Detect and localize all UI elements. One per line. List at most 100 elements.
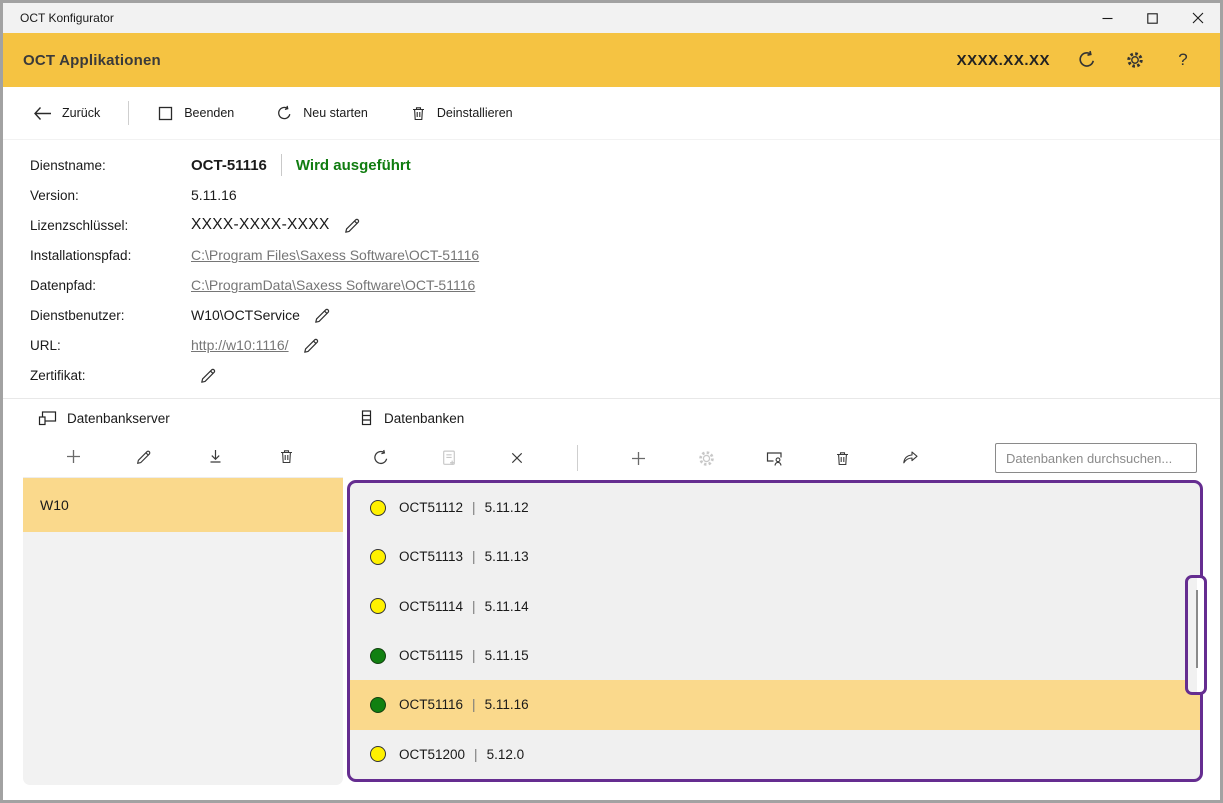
document-plus-icon <box>440 449 458 467</box>
scrollbar[interactable] <box>1185 575 1207 695</box>
database-version: 5.11.15 <box>485 648 529 663</box>
certificate-label: Zertifikat: <box>30 368 86 383</box>
titlebar: OCT Konfigurator <box>3 3 1220 33</box>
restart-icon <box>276 105 293 122</box>
service-user-label: Dienstbenutzer: <box>30 308 125 323</box>
database-separator: | <box>472 648 476 663</box>
app-header: OCT Applikationen XXXX.XX.XX ? <box>3 33 1220 87</box>
database-list: OCT51112 | 5.11.12 OCT51113 | 5.11.13 OC… <box>347 480 1203 782</box>
status-icon <box>370 697 386 713</box>
maximize-button[interactable] <box>1130 3 1175 33</box>
command-toolbar: Zurück Beenden Neu starten Deinstalliere… <box>3 87 1220 140</box>
minimize-button[interactable] <box>1085 3 1130 33</box>
refresh-icon <box>1077 50 1097 70</box>
pencil-icon <box>199 366 218 385</box>
database-separator: | <box>472 549 476 564</box>
download-icon <box>207 448 224 465</box>
data-path-label: Datenpfad: <box>30 278 96 293</box>
database-name: OCT51112 <box>399 500 463 515</box>
edit-url-button[interactable] <box>302 336 321 355</box>
stop-service-button[interactable]: Beenden <box>157 105 234 122</box>
help-button[interactable]: ? <box>1172 49 1194 71</box>
clear-selection-button[interactable] <box>507 448 527 468</box>
close-button[interactable] <box>1175 3 1220 33</box>
back-button[interactable]: Zurück <box>33 106 100 121</box>
pencil-icon <box>313 306 332 325</box>
plus-icon <box>630 450 647 467</box>
devices-icon <box>38 409 58 427</box>
server-list-item[interactable]: W10 <box>23 478 343 532</box>
import-server-button[interactable] <box>205 447 225 467</box>
trash-icon <box>410 105 427 122</box>
status-icon <box>370 549 386 565</box>
delete-database-button[interactable] <box>832 448 852 468</box>
version-label: Version: <box>30 188 79 203</box>
database-separator: | <box>472 697 476 712</box>
copy-script-button[interactable] <box>439 448 459 468</box>
database-list-item[interactable]: OCT51113 | 5.11.13 <box>350 532 1200 581</box>
detail-row-data-path: Datenpfad: C:\ProgramData\Saxess Softwar… <box>3 270 1220 300</box>
status-icon <box>370 500 386 516</box>
database-panel: OCT51112 | 5.11.12 OCT51113 | 5.11.13 OC… <box>347 436 1203 785</box>
uninstall-button[interactable]: Deinstallieren <box>410 105 513 122</box>
refresh-databases-button[interactable] <box>371 448 391 468</box>
detail-row-service-name: Dienstname: OCT-51116 Wird ausgeführt <box>3 150 1220 180</box>
status-icon <box>370 648 386 664</box>
database-separator: | <box>472 599 476 614</box>
delete-server-button[interactable] <box>276 447 296 467</box>
detail-row-version: Version: 5.11.16 <box>3 180 1220 210</box>
server-panel: W10 <box>23 436 343 785</box>
pencil-icon <box>302 336 321 355</box>
detail-row-certificate: Zertifikat: <box>3 360 1220 390</box>
restart-service-button[interactable]: Neu starten <box>276 105 368 122</box>
database-list-item[interactable]: OCT51115 | 5.11.15 <box>350 631 1200 680</box>
edit-server-button[interactable] <box>134 447 154 467</box>
edit-license-button[interactable] <box>343 216 362 235</box>
value-separator <box>281 154 282 176</box>
x-icon <box>509 450 525 466</box>
url-label: URL: <box>30 338 61 353</box>
settings-button[interactable] <box>1124 49 1146 71</box>
window-title: OCT Konfigurator <box>3 11 1085 25</box>
maximize-icon <box>1147 13 1158 24</box>
server-panel-title: Datenbankserver <box>67 411 170 426</box>
database-list-item[interactable]: OCT51200 | 5.12.0 <box>350 730 1200 779</box>
service-status-badge: Wird ausgeführt <box>296 157 411 174</box>
trash-icon <box>278 448 295 465</box>
version-value: 5.11.16 <box>191 187 237 203</box>
database-settings-button[interactable] <box>696 448 716 468</box>
detail-row-install-path: Installationspfad: C:\Program Files\Saxe… <box>3 240 1220 270</box>
page-title: OCT Applikationen <box>3 52 957 69</box>
database-list-item[interactable]: OCT51114 | 5.11.14 <box>350 582 1200 631</box>
scrollbar-thumb[interactable] <box>1196 590 1198 668</box>
header-refresh-button[interactable] <box>1076 49 1098 71</box>
service-details: Dienstname: OCT-51116 Wird ausgeführt Ve… <box>3 150 1220 390</box>
help-icon: ? <box>1178 50 1187 70</box>
database-version: 5.11.12 <box>485 500 529 515</box>
add-server-button[interactable] <box>63 447 83 467</box>
search-input[interactable] <box>995 443 1197 473</box>
install-path-label: Installationspfad: <box>30 248 131 263</box>
url-link[interactable]: http://w10:1116/ <box>191 337 289 353</box>
detail-row-service-user: Dienstbenutzer: W10\OCTService <box>3 300 1220 330</box>
share-database-button[interactable] <box>900 448 920 468</box>
assign-user-button[interactable] <box>764 448 784 468</box>
edit-service-user-button[interactable] <box>313 306 332 325</box>
refresh-icon <box>372 449 390 467</box>
data-path-link[interactable]: C:\ProgramData\Saxess Software\OCT-51116 <box>191 277 475 293</box>
add-database-button[interactable] <box>628 448 648 468</box>
uninstall-label: Deinstallieren <box>437 106 513 120</box>
database-list-item[interactable]: OCT51112 | 5.11.12 <box>350 483 1200 532</box>
license-label: Lizenzschlüssel: <box>30 218 128 233</box>
server-panel-header: Datenbankserver <box>38 399 170 437</box>
screen-user-icon <box>765 449 784 467</box>
database-panel-title: Datenbanken <box>384 411 464 426</box>
restart-label: Neu starten <box>303 106 368 120</box>
pencil-icon <box>135 448 153 466</box>
install-path-link[interactable]: C:\Program Files\Saxess Software\OCT-511… <box>191 247 479 263</box>
server-list: W10 <box>23 478 343 785</box>
database-list-item[interactable]: OCT51116 | 5.11.16 <box>350 680 1200 729</box>
stop-label: Beenden <box>184 106 234 120</box>
edit-certificate-button[interactable] <box>199 366 218 385</box>
pencil-icon <box>343 216 362 235</box>
